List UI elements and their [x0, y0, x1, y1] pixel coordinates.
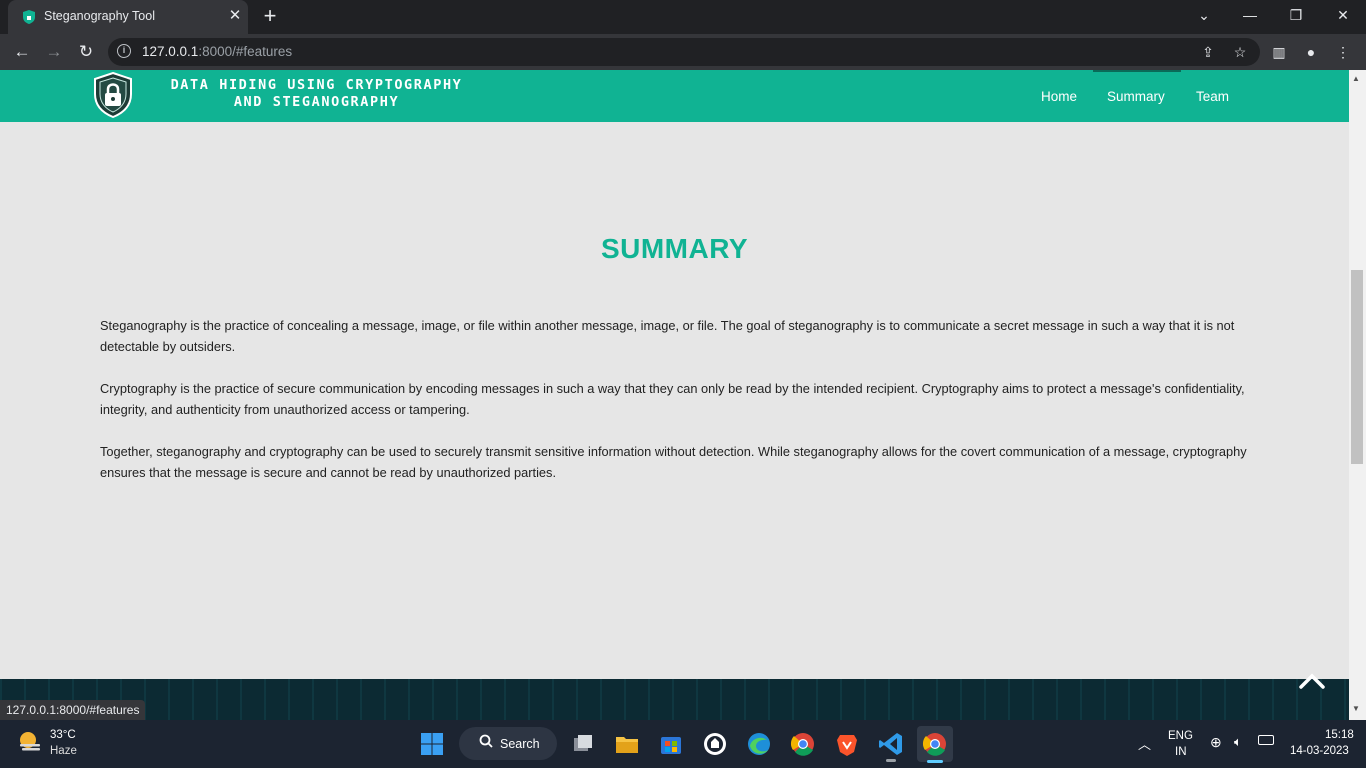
back-icon[interactable]: ←	[10, 40, 34, 64]
chrome-icon[interactable]	[785, 726, 821, 762]
status-bar-url: 127.0.0.1:8000/#features	[0, 700, 146, 720]
tray-overflow-chevron-icon[interactable]: ︿	[1138, 734, 1151, 753]
site-info-icon[interactable]: i	[117, 44, 131, 58]
language-indicator-line2[interactable]: IN	[1175, 746, 1187, 758]
page-scrollbar[interactable]: ▲ ▼	[1349, 70, 1366, 720]
brand-line-2: AND STEGANOGRAPHY	[233, 94, 400, 110]
team-section-top	[0, 679, 1349, 720]
vscode-running-indicator	[886, 759, 896, 762]
reload-icon[interactable]: ↻	[74, 40, 98, 64]
url-host: 127.0.0.1	[142, 44, 199, 59]
address-bar[interactable]: i 127.0.0.1:8000/#features ⇪ ☆	[108, 38, 1260, 66]
language-indicator-line1[interactable]: ENG	[1168, 730, 1193, 742]
restore-button[interactable]: ❐	[1273, 4, 1319, 28]
file-explorer-icon[interactable]	[609, 726, 645, 762]
site-header: DATA HIDING USING CRYPTOGRAPHY AND STEGA…	[0, 70, 1349, 122]
close-window-button[interactable]: ✕	[1320, 4, 1366, 28]
summary-paragraph-steganography: Steganography is the practice of conceal…	[100, 318, 1235, 354]
profile-icon[interactable]: ●	[1299, 40, 1323, 64]
active-nav-indicator	[1093, 70, 1181, 72]
weather-description[interactable]: Haze	[50, 745, 77, 757]
bookmark-star-icon[interactable]: ☆	[1228, 40, 1252, 64]
brand-line-1: DATA HIDING USING CRYPTOGRAPHY	[170, 77, 463, 93]
microsoft-store-icon[interactable]	[653, 726, 689, 762]
summary-heading: SUMMARY	[600, 233, 749, 264]
taskbar-search-button[interactable]: Search	[459, 727, 557, 760]
chrome-active-indicator	[927, 760, 943, 763]
scrollbar-thumb[interactable]	[1351, 270, 1363, 464]
battery-icon[interactable]	[1258, 735, 1274, 745]
search-label: Search	[500, 737, 540, 751]
network-globe-icon[interactable]: ⊕	[1210, 734, 1222, 751]
shield-lock-icon	[23, 10, 35, 24]
github-desktop-icon[interactable]	[697, 726, 733, 762]
browser-toolbar: ← → ↻ i 127.0.0.1:8000/#features ⇪ ☆ ▥ ●…	[0, 34, 1366, 70]
windows-start-icon[interactable]	[414, 726, 450, 762]
minimize-button[interactable]: —	[1227, 4, 1273, 28]
task-view-icon[interactable]	[565, 726, 601, 762]
scroll-up-arrow-icon[interactable]: ▲	[1352, 74, 1360, 83]
share-icon[interactable]: ⇪	[1196, 40, 1220, 64]
nav-summary-link[interactable]: Summary	[1107, 89, 1165, 104]
page-viewport: DATA HIDING USING CRYPTOGRAPHY AND STEGA…	[0, 70, 1349, 720]
site-brand-title[interactable]: DATA HIDING USING CRYPTOGRAPHY AND STEGA…	[144, 77, 489, 111]
weather-temperature[interactable]: 33°C	[50, 729, 76, 741]
clock-time[interactable]: 15:18	[1325, 729, 1354, 741]
forward-icon[interactable]: →	[42, 40, 66, 64]
summary-paragraph-together: Together, steganography and cryptography…	[100, 444, 1247, 480]
edge-browser-icon[interactable]	[741, 726, 777, 762]
search-icon	[479, 734, 493, 748]
back-to-top-chevron-icon[interactable]	[1297, 668, 1327, 692]
vscode-icon[interactable]	[873, 726, 909, 762]
menu-kebab-icon[interactable]: ⋮	[1331, 40, 1355, 64]
chrome-active-icon[interactable]	[917, 726, 953, 762]
nav-team-link[interactable]: Team	[1196, 89, 1229, 104]
tab-strip: Steganography Tool ✕ + ⌄ — ❐ ✕	[0, 0, 1366, 34]
url-text[interactable]: 127.0.0.1:8000/#features	[142, 44, 292, 59]
tab-close-icon[interactable]: ✕	[225, 6, 245, 26]
brave-browser-icon[interactable]	[829, 726, 865, 762]
tab-search-chevron-icon[interactable]: ⌄	[1181, 4, 1227, 28]
new-tab-button[interactable]: +	[258, 5, 282, 29]
windows-taskbar: 33°C Haze Search ︿ ENG IN ⊕ 🔈︎ 15:18 14-…	[0, 720, 1366, 768]
browser-tab[interactable]: Steganography Tool ✕	[8, 0, 248, 34]
side-panel-icon[interactable]: ▥	[1267, 40, 1291, 64]
footer-pattern	[0, 679, 1349, 720]
shield-lock-logo-icon[interactable]	[93, 72, 133, 118]
tab-title: Steganography Tool	[44, 9, 155, 23]
nav-home-link[interactable]: Home	[1041, 89, 1077, 104]
summary-paragraph-cryptography: Cryptography is the practice of secure c…	[100, 381, 1245, 417]
scroll-down-arrow-icon[interactable]: ▼	[1352, 704, 1360, 713]
clock-date[interactable]: 14-03-2023	[1290, 745, 1349, 757]
volume-muted-icon[interactable]: 🔈︎	[1234, 734, 1242, 750]
weather-haze-icon[interactable]	[17, 729, 43, 755]
url-path: :8000/#features	[198, 44, 293, 59]
